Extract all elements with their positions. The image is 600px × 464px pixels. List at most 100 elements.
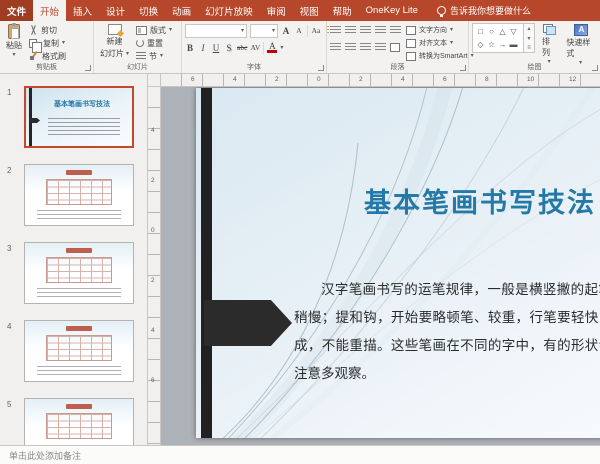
cut-button[interactable]: 剪切 [29,24,66,36]
paragraph-dialog-launcher[interactable] [460,65,466,71]
tab-review[interactable]: 审阅 [260,0,293,21]
reset-button[interactable]: 重置 [136,37,172,49]
paste-button[interactable]: 粘贴 ▾ [3,23,25,63]
shape-arrow-icon[interactable]: → [497,38,508,51]
slide-number: 5 [7,400,11,409]
caret-down-icon: ▾ [280,45,283,51]
line-spacing-icon[interactable] [390,26,401,35]
tab-file[interactable]: 文件 [0,0,33,21]
gallery-up-icon[interactable]: ▴ [527,25,530,32]
font-name-select[interactable]: ▾ [185,24,247,38]
slide-thumbnail-2[interactable] [24,164,134,226]
shape-rectangle-icon[interactable]: □ [475,25,486,38]
slide-thumbnail-1[interactable]: 基本笔画书写技法 [24,86,134,148]
tab-view[interactable]: 视图 [293,0,326,21]
convert-smartart-button[interactable]: 转换为SmartArt ▾ [406,50,474,62]
tab-design[interactable]: 设计 [99,0,132,21]
align-text-button[interactable]: 对齐文本 ▾ [406,37,474,49]
section-label: 节 [149,51,157,62]
caret-down-icon: ▾ [169,27,172,33]
text-direction-button[interactable]: 文字方向 ▾ [406,24,474,36]
shape-triangle-icon[interactable]: △ [497,25,508,38]
arrange-icon [543,24,556,35]
thumbnail-row-2: 2 [0,164,147,234]
shape-ellipse-icon[interactable]: ○ [486,25,497,38]
slides-group: 新建 幻灯片 ▾ 版式 ▾ 重置 [94,21,182,73]
quick-styles-label: 快速样式 [566,37,595,59]
numbering-icon[interactable] [345,26,356,35]
new-slide-button[interactable]: 新建 幻灯片 ▾ [97,23,132,63]
quick-styles-button[interactable]: 快速样式 ▾ [563,23,598,67]
ruler-mark: 4 [151,127,155,134]
ruler-mark: 8 [485,76,489,83]
ruler-mark: 2 [275,76,279,83]
font-size-select[interactable]: ▾ [250,24,278,38]
justify-icon[interactable] [375,43,386,52]
text-direction-icon [406,26,416,35]
tab-help[interactable]: 帮助 [326,0,359,21]
shrink-font-button[interactable]: A [294,24,304,37]
gallery-down-icon[interactable]: ▾ [527,35,530,42]
shape-star-icon[interactable]: ☆ [486,38,497,51]
decrease-indent-icon[interactable] [360,26,371,35]
tab-insert[interactable]: 插入 [66,0,99,21]
tab-onekey-lite[interactable]: OneKey Lite [359,0,425,21]
mini-pentagon-shape [30,118,40,123]
bullets-icon[interactable] [330,26,341,35]
horizontal-ruler: 6 4 2 0 2 4 6 8 10 12 [161,74,600,87]
shape-triangle-down-icon[interactable]: ▽ [508,25,519,38]
shapes-gallery-scroll[interactable]: ▴ ▾ ≡ [524,23,535,53]
format-painter-label: 格式刷 [42,51,66,62]
font-dialog-launcher[interactable] [318,65,324,71]
lightbulb-icon [437,6,446,15]
columns-icon[interactable] [390,43,400,52]
grow-font-button[interactable]: A [281,24,291,37]
slide-number: 4 [7,322,11,331]
slide-canvas[interactable]: 基本笔画书写技法 汉字笔画书写的运笔规律，一般是横竖撇的起笔较重，转折处要略顿笔… [196,88,600,438]
format-painter-icon [29,51,39,61]
align-center-icon[interactable] [345,43,356,52]
mini-body-text [37,210,121,221]
section-button[interactable]: 节 ▾ [136,50,172,62]
layout-icon [136,26,147,35]
tab-animations[interactable]: 动画 [165,0,198,21]
slide-title-textbox[interactable]: 基本笔画书写技法 [364,181,596,220]
tell-me-box[interactable]: 告诉我你想要做什么 [437,0,531,21]
format-painter-button[interactable]: 格式刷 [29,50,66,62]
ruler-mark: 10 [527,76,534,83]
slide-thumbnail-panel: 1 基本笔画书写技法 2 3 [0,74,148,445]
tab-slideshow[interactable]: 幻灯片放映 [198,0,260,21]
drawing-dialog-launcher[interactable] [592,65,598,71]
gallery-more-icon[interactable]: ≡ [527,45,531,51]
slide-thumbnail-3[interactable] [24,242,134,304]
thumbnail-row-4: 4 [0,320,147,390]
slides-group-label: 幻灯片 [94,62,181,72]
text-shadow-button[interactable]: S [224,41,234,54]
align-right-icon[interactable] [360,43,371,52]
italic-button[interactable]: I [198,41,208,54]
shapes-gallery[interactable]: □ ○ △ ▽ ◇ ☆ → ▬ [472,23,524,53]
ruler-corner [148,74,161,87]
slide-thumbnail-5[interactable] [24,398,134,445]
notes-pane[interactable]: 单击此处添加备注 [0,445,600,464]
strikethrough-button[interactable]: abc [237,41,247,54]
bold-button[interactable]: B [185,41,195,54]
tab-transitions[interactable]: 切换 [132,0,165,21]
tab-home[interactable]: 开始 [33,0,66,21]
slide-body-textbox[interactable]: 汉字笔画书写的运笔规律，一般是横竖撇的起笔较重，转折处要略顿笔，稍重、稍慢；提和… [294,276,600,388]
copy-button[interactable]: 复制 ▾ [29,37,66,49]
mini-table [46,335,112,361]
align-left-icon[interactable] [330,43,341,52]
increase-indent-icon[interactable] [375,26,386,35]
clipboard-dialog-launcher[interactable] [85,65,91,71]
mini-red-title [66,326,92,331]
font-color-button[interactable]: A [267,42,277,53]
shape-bar-icon[interactable]: ▬ [508,38,519,51]
arrange-button[interactable]: 排列 ▾ [539,23,559,66]
character-spacing-button[interactable]: AV [250,41,260,54]
shape-diamond-icon[interactable]: ◇ [475,38,486,51]
clear-formatting-button[interactable]: Aa [311,24,321,37]
underline-button[interactable]: U [211,41,221,54]
slide-thumbnail-4[interactable] [24,320,134,382]
layout-button[interactable]: 版式 ▾ [136,24,172,36]
